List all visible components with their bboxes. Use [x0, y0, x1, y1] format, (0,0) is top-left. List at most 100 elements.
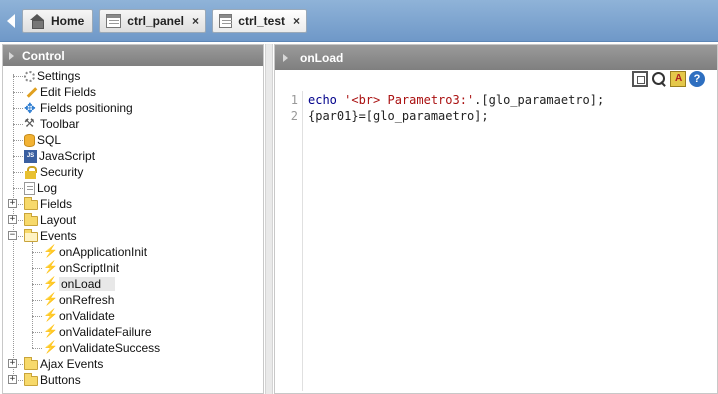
tab-home[interactable]: Home	[22, 9, 93, 33]
tree-item-events[interactable]: Events	[24, 228, 77, 244]
control-tree: Settings Edit Fields Fields positioning Too…	[3, 66, 263, 387]
folder-icon	[24, 373, 38, 386]
control-panel: Control Settings Edit Fields Fields positi…	[2, 44, 264, 394]
log-icon	[24, 181, 35, 195]
tree-item-fields[interactable]: Fields	[24, 196, 72, 212]
javascript-icon	[24, 149, 37, 163]
tree-item-label: Fields	[40, 197, 73, 211]
editor-title: onLoad	[300, 50, 344, 65]
tree-item-ajax-events[interactable]: Ajax Events	[24, 356, 103, 372]
tree-connector	[32, 300, 42, 301]
tab-label: ctrl_test	[238, 14, 285, 28]
close-icon[interactable]: ×	[192, 14, 199, 28]
folder-icon	[24, 213, 38, 226]
tab-label: ctrl_panel	[127, 14, 184, 28]
tree-item-fields-positioning[interactable]: Fields positioning	[24, 100, 133, 117]
tab-label: Home	[51, 14, 85, 28]
code-text: .[glo_paramaetro];	[474, 93, 605, 107]
code-line[interactable]: {par01}=[glo_paramaetro];	[308, 109, 489, 123]
tree-connector	[13, 124, 23, 125]
collapse-icon[interactable]: −	[8, 231, 17, 240]
tree-item-label: onLoad	[59, 277, 116, 291]
tree-item-edit-fields[interactable]: Edit Fields	[24, 84, 96, 100]
editor-header: onLoad	[275, 45, 717, 70]
tree-connector	[32, 332, 42, 333]
line-gutter: 1 2	[275, 91, 303, 391]
close-icon[interactable]: ×	[293, 14, 300, 28]
tree-item-onrefresh[interactable]: onRefresh	[43, 292, 114, 308]
tree-connector	[13, 188, 23, 189]
tree-connector	[32, 284, 42, 285]
code-editor[interactable]: 1 2 echo '<br> Parametro3:'.[glo_paramae…	[275, 91, 717, 391]
toolbar-icon	[24, 116, 38, 131]
tree-item-label: Fields positioning	[40, 101, 133, 115]
tree-item-javascript[interactable]: JavaScript	[24, 148, 95, 164]
code-string: '<br> Parametro3:'	[344, 93, 475, 107]
tree-connector	[13, 108, 23, 109]
tree-item-layout[interactable]: Layout	[24, 212, 76, 228]
tree-item-security[interactable]: Security	[24, 164, 83, 180]
bolt-gray-icon	[43, 308, 58, 323]
tree-item-onvalidatesuccess[interactable]: onValidateSuccess	[43, 340, 160, 356]
lock-icon	[24, 165, 38, 179]
code-keyword: echo	[308, 93, 345, 107]
tree-item-label: Ajax Events	[40, 357, 104, 371]
tree-item-log[interactable]: Log	[24, 180, 57, 196]
tree-connector	[13, 156, 23, 157]
tree-item-label: onValidateFailure	[59, 325, 152, 339]
panel-splitter[interactable]	[265, 44, 273, 394]
line-number: 2	[290, 109, 298, 123]
bolt-gray-icon	[43, 292, 58, 307]
help-icon[interactable]	[689, 71, 705, 87]
tree-connector	[13, 92, 23, 93]
panel-header[interactable]: Control	[3, 45, 263, 66]
line-number: 1	[290, 93, 298, 107]
expand-icon[interactable]: +	[8, 375, 17, 384]
bolt-icon	[43, 276, 58, 291]
tree-connector	[13, 74, 14, 378]
tree-item-toolbar[interactable]: Toolbar	[24, 116, 79, 132]
tree-item-label: Events	[40, 229, 77, 243]
tree-item-onscriptinit[interactable]: onScriptInit	[43, 260, 119, 276]
replace-icon[interactable]	[670, 71, 686, 87]
tree-connector	[32, 316, 42, 317]
code-line[interactable]: echo '<br> Parametro3:'.[glo_paramaetro]…	[308, 93, 604, 107]
expand-icon[interactable]: +	[8, 199, 17, 208]
bolt-gray-icon	[43, 340, 58, 355]
pencil-icon	[24, 86, 38, 99]
bolt-icon	[43, 244, 58, 259]
tree-connector	[13, 76, 23, 77]
tree-item-onvalidate[interactable]: onValidate	[43, 308, 115, 324]
tree-item-label: onScriptInit	[59, 261, 120, 275]
collapse-arrow-icon[interactable]	[9, 51, 14, 60]
tab-ctrl-test[interactable]: ctrl_test ×	[212, 9, 307, 33]
tree-item-onload[interactable]: onLoad	[43, 276, 116, 292]
tree-item-sql[interactable]: SQL	[24, 132, 61, 148]
tree-item-label: onValidateSuccess	[59, 341, 161, 355]
expand-icon[interactable]: +	[8, 215, 17, 224]
home-icon	[29, 14, 45, 29]
fullscreen-icon[interactable]	[632, 71, 648, 87]
editor-panel: onLoad 1 2 echo '<br> Parametro3:'.[glo_…	[274, 44, 718, 394]
tree-item-label: Edit Fields	[40, 85, 97, 99]
tree-item-label: onValidate	[59, 309, 115, 323]
tree-item-settings[interactable]: Settings	[24, 68, 80, 84]
tab-bar: Home ctrl_panel × ctrl_test ×	[0, 0, 718, 42]
tree-item-buttons[interactable]: Buttons	[24, 372, 81, 388]
tab-ctrl-panel[interactable]: ctrl_panel ×	[99, 9, 206, 33]
bolt-gray-icon	[43, 324, 58, 339]
search-icon[interactable]	[651, 71, 667, 87]
tree-item-label: Settings	[37, 69, 81, 83]
scroll-left-arrow-icon[interactable]	[4, 11, 18, 31]
tree-connector	[13, 172, 23, 173]
code-text: {par01}=[glo_paramaetro];	[308, 109, 489, 123]
expand-icon[interactable]: +	[8, 359, 17, 368]
tree-connector	[13, 140, 23, 141]
tree-item-label: Log	[37, 181, 58, 195]
collapse-arrow-icon[interactable]	[283, 53, 288, 62]
tree-item-label: Toolbar	[40, 117, 80, 131]
tree-item-onvalidatefailure[interactable]: onValidateFailure	[43, 324, 152, 340]
gear-icon	[24, 70, 35, 82]
tree-item-onapplicationinit[interactable]: onApplicationInit	[43, 244, 147, 260]
database-icon	[24, 133, 35, 147]
